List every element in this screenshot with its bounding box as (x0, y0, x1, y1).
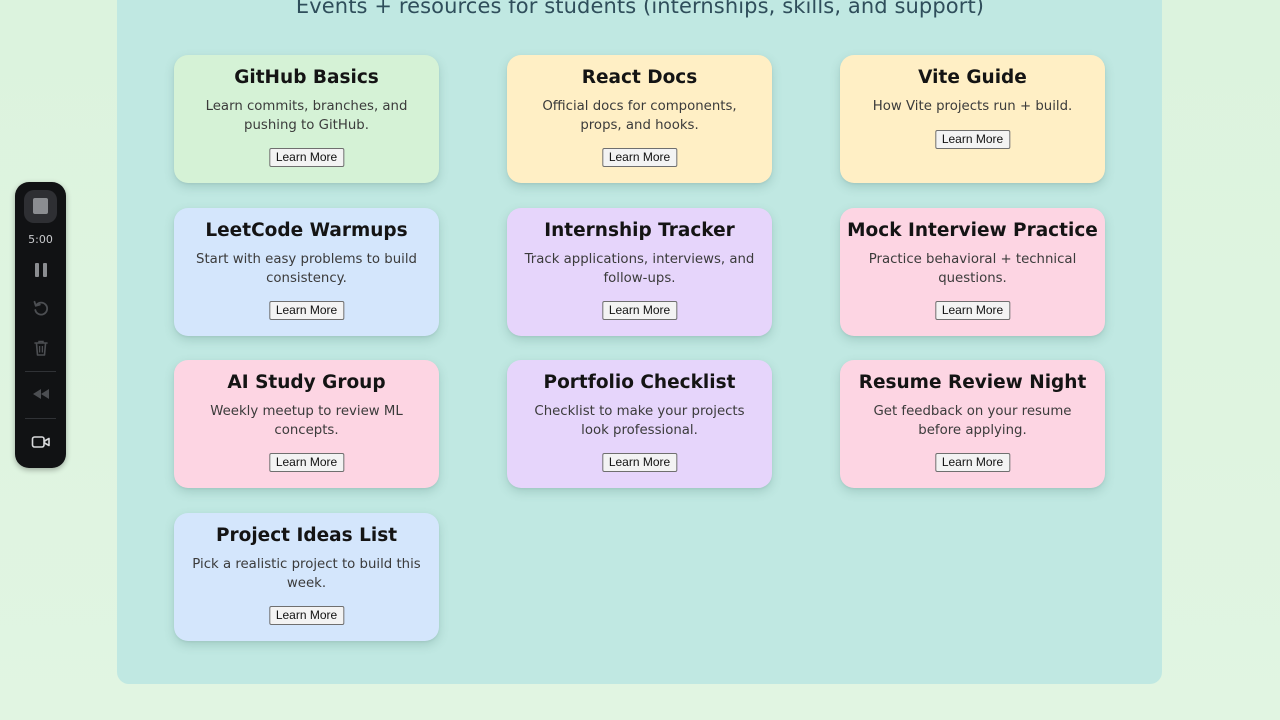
rewind-button[interactable] (28, 383, 54, 405)
card-title: Resume Review Night (858, 372, 1087, 393)
resource-card-ai-study-group: AI Study Group Weekly meetup to review M… (174, 360, 439, 488)
learn-more-button[interactable]: Learn More (268, 301, 345, 320)
resource-card-internship-tracker: Internship Tracker Track applications, i… (507, 208, 772, 336)
trash-icon (34, 340, 48, 356)
card-title: Portfolio Checklist (543, 372, 736, 393)
card-title: Internship Tracker (544, 220, 735, 241)
pause-icon (35, 263, 47, 277)
recording-toolbar: 5:00 (15, 182, 66, 468)
card-title: LeetCode Warmups (205, 220, 408, 241)
card-title: GitHub Basics (234, 67, 379, 88)
card-title: Mock Interview Practice (847, 220, 1098, 241)
card-description: Checklist to make your projects look pro… (534, 404, 745, 438)
card-description: Start with easy problems to build consis… (196, 252, 417, 286)
learn-more-button[interactable]: Learn More (601, 148, 678, 167)
resource-card-project-ideas-list: Project Ideas List Pick a realistic proj… (174, 513, 439, 641)
resource-card-github-basics: GitHub Basics Learn commits, branches, a… (174, 55, 439, 183)
stop-recording-button[interactable] (24, 190, 57, 223)
resource-card-resume-review-night: Resume Review Night Get feedback on your… (840, 360, 1105, 488)
resource-card-leetcode-warmups: LeetCode Warmups Start with easy problem… (174, 208, 439, 336)
delete-button[interactable] (28, 337, 54, 359)
learn-more-button[interactable]: Learn More (601, 453, 678, 472)
toolbar-divider (25, 371, 56, 372)
card-description: Track applications, interviews, and foll… (524, 252, 755, 286)
resource-card-mock-interview-practice: Mock Interview Practice Practice behavio… (840, 208, 1105, 336)
learn-more-button[interactable]: Learn More (268, 148, 345, 167)
learn-more-button[interactable]: Learn More (601, 301, 678, 320)
learn-more-button[interactable]: Learn More (268, 606, 345, 625)
learn-more-button[interactable]: Learn More (934, 453, 1011, 472)
toolbar-divider (25, 418, 56, 419)
page: Events + resources for students (interns… (0, 0, 1280, 720)
pause-button[interactable] (28, 259, 54, 281)
camera-toggle-button[interactable] (28, 431, 54, 453)
stop-icon (33, 198, 48, 214)
learn-more-button[interactable]: Learn More (934, 130, 1011, 149)
learn-more-button[interactable]: Learn More (934, 301, 1011, 320)
card-description: Get feedback on your resume before apply… (873, 404, 1072, 438)
page-subtitle: Events + resources for students (interns… (295, 0, 985, 18)
resource-card-react-docs: React Docs Official docs for components,… (507, 55, 772, 183)
learn-more-button[interactable]: Learn More (268, 453, 345, 472)
card-title: Vite Guide (918, 67, 1027, 88)
resource-card-vite-guide: Vite Guide How Vite projects run + build… (840, 55, 1105, 183)
card-title: Project Ideas List (215, 525, 398, 546)
card-description: Official docs for components, props, and… (542, 99, 737, 133)
restart-button[interactable] (28, 297, 54, 319)
recording-timer: 5:00 (28, 233, 53, 246)
rewind-icon (33, 389, 49, 399)
camera-icon (31, 436, 50, 448)
card-title: React Docs (581, 67, 698, 88)
card-description: Pick a realistic project to build this w… (192, 557, 421, 591)
card-description: Weekly meetup to review ML concepts. (210, 404, 403, 438)
restart-icon (33, 300, 49, 316)
card-title: AI Study Group (227, 372, 386, 393)
card-description: Practice behavioral + technical question… (868, 252, 1077, 286)
card-description: How Vite projects run + build. (872, 99, 1073, 114)
card-description: Learn commits, branches, and pushing to … (205, 99, 408, 133)
resource-card-portfolio-checklist: Portfolio Checklist Checklist to make yo… (507, 360, 772, 488)
